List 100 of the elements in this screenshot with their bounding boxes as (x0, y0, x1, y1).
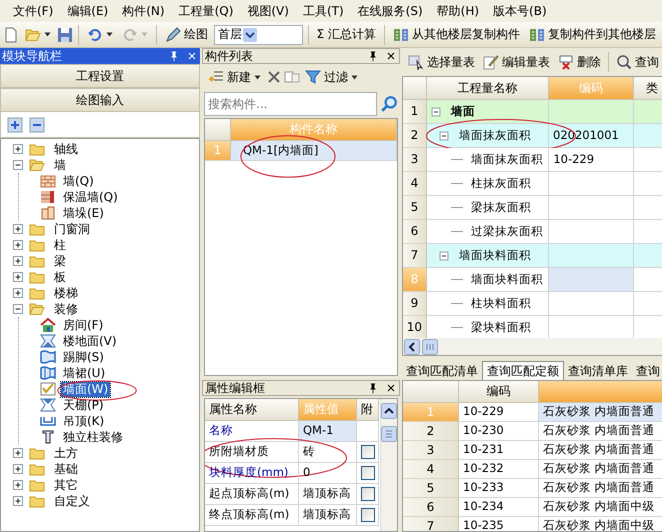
scroll-left-icon[interactable] (404, 338, 420, 354)
scroll-up-icon[interactable] (381, 403, 397, 419)
close-icon[interactable] (385, 382, 397, 394)
tab[interactable]: 查询匹配定额 (482, 360, 564, 380)
tree-item[interactable]: 板 (52, 270, 68, 284)
checkbox[interactable] (360, 487, 374, 501)
expand-toggle[interactable] (10, 285, 26, 301)
menu-item[interactable]: 视图(V) (240, 4, 296, 18)
tree-item[interactable]: 柱 (52, 238, 68, 252)
expand-toggle[interactable] (10, 477, 26, 493)
table-cell[interactable]: 梁抹灰面积 (470, 200, 531, 214)
table-cell[interactable]: 10-235 (459, 517, 539, 531)
table-cell[interactable]: 10-232 (459, 460, 539, 479)
section-button[interactable]: 绘图输入 (0, 88, 200, 112)
table-cell[interactable]: 过梁抹灰面积 (470, 224, 543, 238)
tree-item[interactable]: 轴线 (52, 142, 80, 156)
select-table-button[interactable]: 选择量表 (405, 53, 478, 71)
tree-item[interactable]: 房间(F) (61, 318, 106, 332)
checkbox[interactable] (360, 445, 374, 459)
table-cell[interactable]: QM-1[内墙面] (231, 141, 397, 161)
new-button[interactable]: 新建 (205, 68, 264, 86)
scroll-thumb-icon[interactable] (422, 338, 438, 354)
table-cell[interactable] (549, 268, 634, 292)
collapse-toggle[interactable] (10, 301, 26, 317)
tree-item[interactable]: 楼地面(V) (61, 334, 119, 348)
tree-item[interactable]: 自定义 (52, 494, 92, 508)
tab[interactable]: 查询 (632, 362, 662, 380)
collapse-toggle[interactable] (10, 157, 26, 173)
property-value[interactable]: 砖 (299, 442, 357, 463)
tree-item[interactable]: 墙面(W) (61, 382, 110, 396)
table-cell[interactable]: 柱块料面积 (470, 296, 531, 310)
tree-item[interactable]: 土方 (52, 446, 80, 460)
table-cell[interactable]: 石灰砂浆 内墙面普通 (539, 422, 662, 441)
tree-item[interactable]: 墙(Q) (61, 174, 96, 188)
table-cell[interactable] (549, 292, 634, 316)
copy-to-floor-button[interactable]: 复制构件到其他楼层 (526, 26, 659, 44)
table-cell[interactable] (549, 196, 634, 220)
edit-table-button[interactable]: 编辑量表 (480, 53, 553, 71)
expand-all-icon[interactable] (7, 116, 23, 132)
table-cell[interactable]: 石灰砂浆 内墙面普通 (539, 403, 662, 422)
menu-item[interactable]: 文件(F) (6, 4, 60, 18)
menu-item[interactable]: 工程量(Q) (172, 4, 240, 18)
menu-item[interactable]: 版本号(B) (486, 4, 554, 18)
expand-toggle[interactable] (10, 221, 26, 237)
search-field[interactable]: 搜索构件... (204, 92, 377, 116)
table-cell[interactable] (549, 244, 634, 268)
scroll-thumb-icon[interactable] (381, 423, 397, 445)
new-file-icon[interactable] (3, 26, 19, 42)
table-cell[interactable] (548, 100, 634, 124)
menu-item[interactable]: 在线服务(S) (350, 4, 430, 18)
tree-item[interactable]: 基础 (52, 462, 80, 476)
query-button[interactable]: 查询 (613, 53, 662, 71)
copy-icon[interactable] (284, 69, 300, 85)
scrollbar[interactable] (403, 338, 662, 355)
menu-item[interactable]: 帮助(H) (430, 4, 486, 18)
expand-toggle[interactable] (10, 269, 26, 285)
tree-item[interactable]: 梁 (52, 254, 68, 268)
table-cell[interactable]: 10-230 (459, 422, 539, 441)
filter-button[interactable]: 过滤 (302, 68, 361, 86)
floor-dropdown[interactable]: 首层 (214, 24, 303, 44)
table-cell[interactable]: 石灰砂浆 内墙面普通 (539, 441, 662, 460)
tab[interactable]: 查询匹配清单 (402, 362, 482, 380)
expand-toggle[interactable] (10, 141, 26, 157)
checkbox[interactable] (360, 466, 374, 480)
tree-item[interactable]: 墙 (52, 158, 68, 172)
table-cell[interactable]: 石灰砂浆 内墙面中级 (539, 498, 662, 517)
expand-toggle[interactable] (10, 253, 26, 269)
tree-item[interactable]: 墙垛(E) (61, 206, 106, 220)
table-cell[interactable] (549, 172, 634, 196)
tree-item[interactable]: 踢脚(S) (61, 350, 106, 364)
section-button[interactable]: 工程设置 (0, 64, 200, 88)
tree-item[interactable]: 门窗洞 (52, 222, 92, 236)
tree-item[interactable]: 吊顶(K) (61, 414, 106, 428)
expand-toggle[interactable] (10, 493, 26, 509)
expand-toggle[interactable] (10, 461, 26, 477)
save-icon[interactable] (57, 26, 73, 42)
table-cell[interactable]: 梁块料面积 (470, 320, 531, 334)
table-cell[interactable]: 墙面 (451, 104, 475, 118)
table-cell[interactable]: 石灰砂浆 内墙面普通 (539, 479, 662, 498)
table-cell[interactable]: 10-229 (549, 148, 634, 172)
collapse-all-icon[interactable] (29, 116, 45, 132)
copy-from-floor-button[interactable]: 从其他楼层复制构件 (390, 26, 523, 44)
expand-toggle[interactable] (10, 237, 26, 253)
table-cell[interactable]: 柱抹灰面积 (470, 176, 531, 190)
table-cell[interactable]: 墙面块料面积 (470, 272, 543, 286)
property-value[interactable]: 墙顶标高 (299, 484, 357, 505)
table-cell[interactable]: 10-233 (459, 479, 539, 498)
tree-item[interactable]: 保温墙(Q) (61, 190, 120, 204)
tree-item[interactable]: 其它 (52, 478, 80, 492)
table-cell[interactable]: 石灰砂浆 内墙面中级 (539, 517, 662, 531)
property-value[interactable]: 墙顶标高 (299, 505, 357, 526)
delete-icon[interactable] (266, 69, 282, 85)
table-cell[interactable]: 10-234 (459, 498, 539, 517)
menu-item[interactable]: 工具(T) (296, 4, 351, 18)
sum-button[interactable]: Σ 汇总计算 (314, 26, 380, 43)
table-cell[interactable]: 石灰砂浆 内墙面普通 (539, 460, 662, 479)
expand-toggle[interactable] (10, 445, 26, 461)
checkbox[interactable] (360, 508, 374, 522)
table-cell[interactable]: 墙面抹灰面积 (470, 152, 543, 166)
tree-item[interactable]: 装修 (52, 302, 80, 316)
